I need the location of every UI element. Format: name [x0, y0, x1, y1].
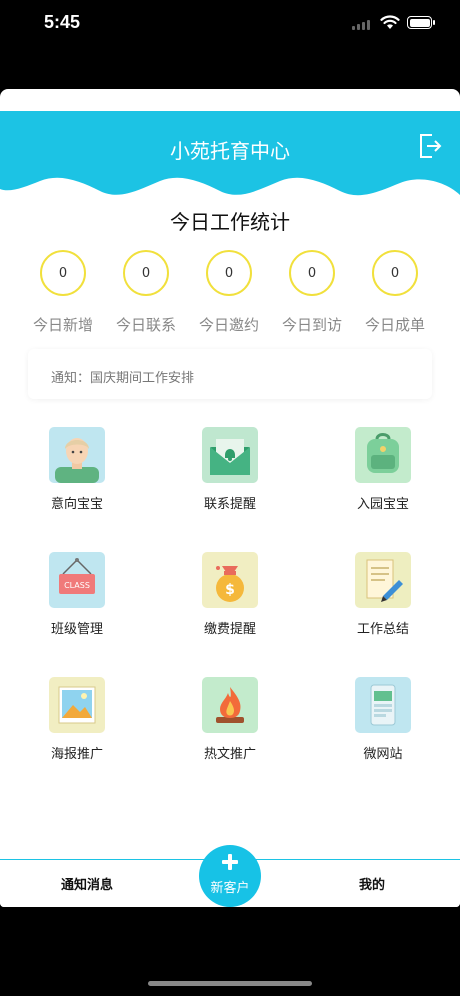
menu-poster-promotion[interactable]: 海报推广 — [12, 677, 142, 762]
envelope-bell-icon — [202, 427, 258, 483]
money-bag-symbol: $ — [225, 582, 235, 598]
menu-enrolled-baby[interactable]: 入园宝宝 — [318, 427, 448, 512]
stat-contact[interactable]: 0 今日联系 — [106, 250, 186, 335]
stat-new[interactable]: 0 今日新增 — [23, 250, 103, 335]
menu-label: 微网站 — [363, 747, 403, 762]
notice-banner[interactable]: 通知：国庆期间工作安排 — [28, 349, 432, 399]
mobile-site-icon — [355, 677, 411, 733]
menu-label: 海报推广 — [50, 747, 103, 762]
menu-label: 班级管理 — [50, 622, 103, 637]
stat-label: 今日到访 — [281, 316, 342, 334]
header: 小苑托育中心 — [0, 111, 460, 201]
menu-label: 入园宝宝 — [356, 497, 409, 512]
menu-contact-reminder[interactable]: 联系提醒 — [165, 427, 295, 512]
menu-label: 联系提醒 — [203, 497, 256, 512]
stat-invite[interactable]: 0 今日邀约 — [189, 250, 269, 335]
stat-deal[interactable]: 0 今日成单 — [355, 250, 435, 335]
menu-micro-site[interactable]: 微网站 — [318, 677, 448, 762]
stat-label: 今日成单 — [364, 316, 425, 334]
class-sign-text: CLASS — [64, 581, 90, 590]
battery-icon — [407, 16, 435, 29]
stats-row: 0 今日新增 0 今日联系 0 今日邀约 0 今日到访 0 今日成单 — [0, 250, 460, 340]
menu-label: 工作总结 — [356, 622, 409, 637]
plus-icon — [222, 854, 238, 870]
fire-icon — [202, 677, 258, 733]
status-bar: 5:45 — [0, 0, 460, 50]
menu-intent-baby[interactable]: 意向宝宝 — [12, 427, 142, 512]
money-bag-icon: $ — [202, 552, 258, 608]
wifi-icon — [380, 15, 400, 29]
new-customer-label: 新客户 — [210, 881, 250, 896]
stat-value: 0 — [40, 250, 86, 296]
app-screen: 小苑托育中心 今日工作统计 0 今日新增 0 今日联系 0 今日邀约 0 今日到… — [0, 89, 460, 907]
menu-label: 缴费提醒 — [203, 622, 256, 637]
page-title: 小苑托育中心 — [170, 139, 290, 163]
new-customer-button[interactable]: 新客户 — [199, 845, 261, 907]
tab-notifications[interactable]: 通知消息 — [61, 874, 113, 893]
menu-payment-reminder[interactable]: $ 缴费提醒 — [165, 552, 295, 637]
signal-icon — [352, 20, 370, 30]
stat-visit[interactable]: 0 今日到访 — [272, 250, 352, 335]
stat-value: 0 — [206, 250, 252, 296]
status-time: 5:45 — [44, 12, 81, 32]
backpack-icon — [355, 427, 411, 483]
stat-value: 0 — [289, 250, 335, 296]
stat-label: 今日邀约 — [198, 316, 259, 334]
stats-title: 今日工作统计 — [170, 210, 290, 234]
menu-label: 意向宝宝 — [50, 497, 103, 512]
class-sign-icon: CLASS — [49, 552, 105, 608]
menu-class-management[interactable]: CLASS 班级管理 — [12, 552, 142, 637]
menu-work-summary[interactable]: 工作总结 — [318, 552, 448, 637]
tab-mine[interactable]: 我的 — [359, 874, 385, 893]
home-indicator — [148, 981, 312, 986]
logout-icon[interactable] — [418, 133, 442, 159]
poster-picture-icon — [49, 677, 105, 733]
document-pen-icon — [355, 552, 411, 608]
baby-avatar-icon — [49, 427, 105, 483]
notice-text: 通知：国庆期间工作安排 — [51, 371, 195, 386]
stat-value: 0 — [123, 250, 169, 296]
stat-value: 0 — [372, 250, 418, 296]
menu-label: 热文推广 — [203, 747, 256, 762]
stat-label: 今日联系 — [115, 316, 176, 334]
stat-label: 今日新增 — [32, 316, 93, 334]
menu-hot-article[interactable]: 热文推广 — [165, 677, 295, 762]
